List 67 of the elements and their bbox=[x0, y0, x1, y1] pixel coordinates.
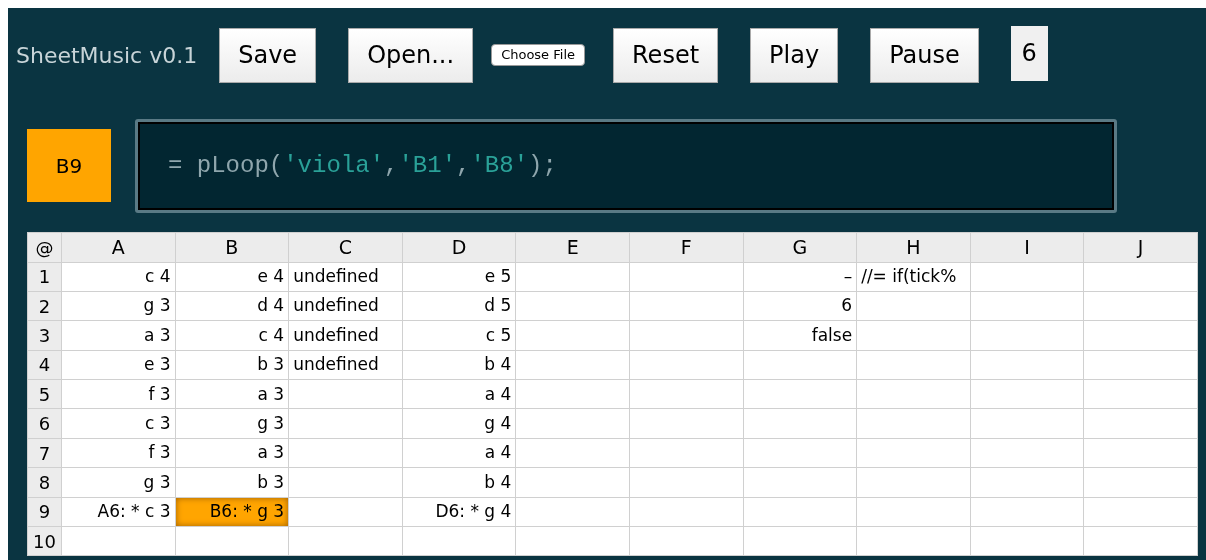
row-header[interactable]: 10 bbox=[27, 526, 62, 556]
column-header[interactable]: J bbox=[1083, 232, 1198, 262]
table-cell[interactable]: c 3 bbox=[61, 408, 176, 439]
toolbar-button[interactable]: Play bbox=[750, 27, 839, 83]
table-cell[interactable]: b 3 bbox=[175, 350, 289, 380]
table-cell[interactable]: undefined bbox=[288, 350, 403, 380]
table-cell[interactable]: a 4 bbox=[402, 438, 516, 468]
table-cell[interactable]: b 4 bbox=[402, 467, 516, 498]
table-cell[interactable]: g 3 bbox=[61, 291, 176, 321]
table-cell[interactable]: – bbox=[743, 262, 857, 292]
cell-reference: B9 bbox=[27, 129, 111, 202]
app-title: SheetMusic v0.1 bbox=[16, 41, 198, 70]
row-header[interactable]: 5 bbox=[27, 379, 62, 409]
table-cell[interactable]: f 3 bbox=[61, 379, 176, 409]
table-cell[interactable]: d 4 bbox=[175, 291, 289, 321]
table-cell[interactable]: e 3 bbox=[61, 350, 176, 380]
table-cell[interactable]: 6 bbox=[743, 291, 857, 321]
table-cell[interactable]: g 3 bbox=[175, 408, 289, 439]
row-header[interactable]: 7 bbox=[27, 438, 62, 468]
row-header[interactable]: 2 bbox=[27, 291, 62, 321]
table-cell[interactable]: undefined bbox=[288, 262, 403, 292]
table-cell[interactable]: c 4 bbox=[175, 320, 289, 351]
table-cell[interactable]: e 4 bbox=[175, 262, 289, 292]
column-header[interactable]: E bbox=[515, 232, 630, 262]
toolbar-button[interactable]: Open... bbox=[348, 27, 474, 83]
table-cell[interactable]: a 4 bbox=[402, 379, 516, 409]
row-header[interactable]: 9 bbox=[27, 497, 62, 527]
table-cell[interactable]: A6: * c 3 bbox=[61, 497, 176, 527]
table-cell[interactable]: a 3 bbox=[175, 379, 289, 409]
row-header[interactable]: 8 bbox=[27, 467, 62, 498]
toolbar-button[interactable]: Save bbox=[219, 27, 317, 83]
table-cell[interactable]: c 5 bbox=[402, 320, 516, 351]
column-header[interactable]: A bbox=[61, 232, 176, 262]
column-header[interactable]: B bbox=[175, 232, 289, 262]
toolbar-button[interactable]: Reset bbox=[613, 27, 719, 83]
table-cell[interactable]: false bbox=[743, 320, 857, 351]
row-header[interactable]: 1 bbox=[27, 262, 62, 292]
table-cell[interactable]: g 3 bbox=[61, 467, 176, 498]
table-cell[interactable]: D6: * g 4 bbox=[402, 497, 516, 527]
choose-file-button[interactable]: Choose File bbox=[491, 44, 585, 66]
column-header[interactable]: C bbox=[288, 232, 403, 262]
column-header[interactable]: G bbox=[743, 232, 857, 262]
table-cell[interactable]: a 3 bbox=[175, 438, 289, 468]
table-cell[interactable]: c 4 bbox=[61, 262, 176, 292]
column-header[interactable]: H bbox=[856, 232, 971, 262]
table-cell[interactable]: B6: * g 3 bbox=[175, 497, 289, 527]
toolbar-button[interactable]: Pause bbox=[870, 27, 979, 83]
row-header[interactable]: 3 bbox=[27, 320, 62, 351]
table-cell[interactable]: //= if(tick% bbox=[856, 262, 971, 292]
count-display: 6 bbox=[1010, 25, 1048, 81]
table-cell[interactable]: undefined bbox=[288, 320, 403, 351]
table-cell[interactable]: d 5 bbox=[402, 291, 516, 321]
row-header[interactable]: 6 bbox=[27, 408, 62, 439]
table-cell[interactable]: e 5 bbox=[402, 262, 516, 292]
row-header[interactable]: 4 bbox=[27, 350, 62, 380]
table-cell[interactable]: f 3 bbox=[61, 438, 176, 468]
table-cell[interactable]: b 3 bbox=[175, 467, 289, 498]
column-header[interactable]: I bbox=[970, 232, 1084, 262]
formula-text: = pLoop('viola','B1','B8'); bbox=[168, 150, 557, 181]
table-cell[interactable]: g 4 bbox=[402, 408, 516, 439]
formula-field[interactable]: = pLoop('viola','B1','B8'); bbox=[135, 118, 1117, 213]
column-header[interactable]: F bbox=[629, 232, 744, 262]
table-cell[interactable]: undefined bbox=[288, 291, 403, 321]
table-cell[interactable]: b 4 bbox=[402, 350, 516, 380]
column-header[interactable]: D bbox=[402, 232, 516, 262]
corner-header: @ bbox=[27, 232, 62, 262]
table-cell[interactable]: a 3 bbox=[61, 320, 176, 351]
